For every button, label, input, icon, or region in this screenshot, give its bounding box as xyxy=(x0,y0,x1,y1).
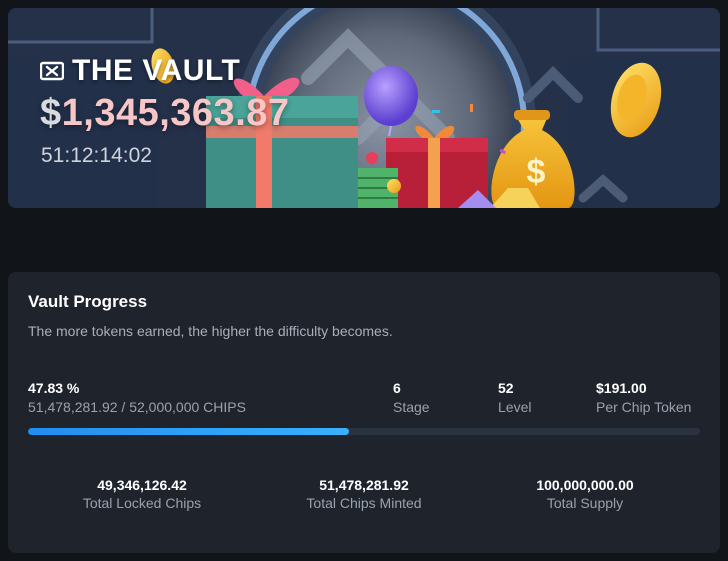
vault-title-text: THE VAULT xyxy=(72,54,241,87)
svg-text:$: $ xyxy=(527,153,546,191)
jackpot-value: 1,345,363.87 xyxy=(61,92,290,134)
jackpot-amount: $1,345,363.87 xyxy=(40,92,290,135)
stat-value: 6 xyxy=(393,380,401,396)
total-label: Total Chips Minted xyxy=(306,495,422,511)
countdown-timer: 51:12:14:02 xyxy=(41,144,152,167)
stat-stage: 6 Stage xyxy=(393,379,430,416)
total-label: Total Supply xyxy=(546,495,624,511)
progress-summary: 47.83 % 51,478,281.92 / 52,000,000 CHIPS xyxy=(28,379,246,416)
vault-progress-bar xyxy=(28,428,700,435)
stat-value: 52 xyxy=(498,380,514,396)
total-value: 100,000,000.00 xyxy=(536,477,634,493)
vault-progress-panel: Vault Progress The more tokens earned, t… xyxy=(8,272,720,553)
progress-detail: 51,478,281.92 / 52,000,000 CHIPS xyxy=(28,399,246,415)
stat-value: $191.00 xyxy=(596,380,647,396)
panel-subtitle: The more tokens earned, the higher the d… xyxy=(28,323,393,339)
stat-per-chip-token: $191.00 Per Chip Token xyxy=(596,379,691,416)
progress-percent: 47.83 % xyxy=(28,380,80,396)
total-chips-minted: 51,478,281.92 Total Chips Minted xyxy=(254,476,474,512)
stat-level: 52 Level xyxy=(498,379,531,416)
total-value: 51,478,281.92 xyxy=(319,477,409,493)
vault-progress-fill xyxy=(28,428,350,435)
total-supply: 100,000,000.00 Total Supply xyxy=(475,476,695,512)
vault-page: $ THE VAULT $1,345,363.87 51:12:14:02 Va… xyxy=(0,0,728,561)
vault-title: THE VAULT xyxy=(40,54,240,88)
stat-label: Stage xyxy=(393,399,430,415)
stat-label: Per Chip Token xyxy=(596,399,692,415)
panel-title: Vault Progress xyxy=(28,292,148,311)
stat-label: Level xyxy=(498,399,532,415)
total-locked-chips: 49,346,126.42 Total Locked Chips xyxy=(32,476,252,512)
vault-banner: $ THE VAULT $1,345,363.87 51:12:14:02 xyxy=(8,8,720,208)
total-label: Total Locked Chips xyxy=(82,495,202,511)
jackpot-currency-symbol: $ xyxy=(40,92,62,134)
ticket-icon xyxy=(40,61,64,81)
total-value: 49,346,126.42 xyxy=(97,477,187,493)
